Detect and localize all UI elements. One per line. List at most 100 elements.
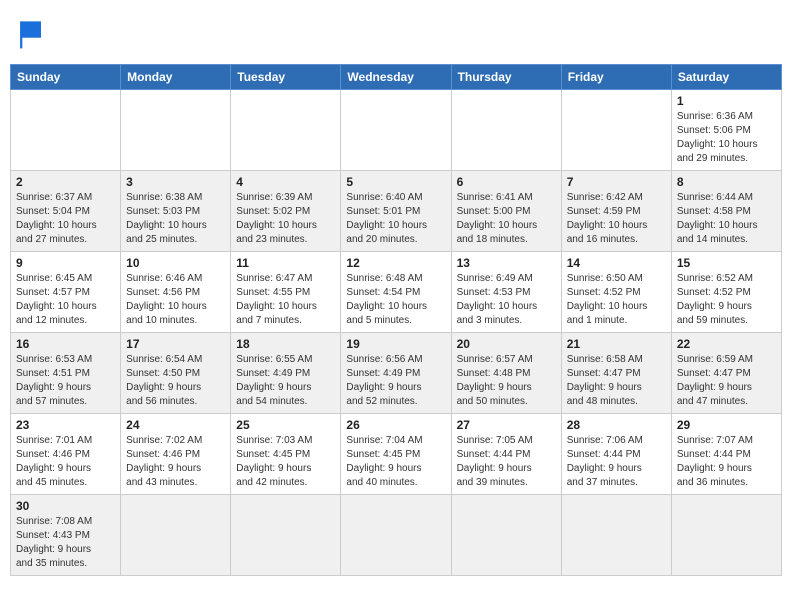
calendar-cell: 21 Sunrise: 6:58 AM Sunset: 4:47 PM Dayli… bbox=[561, 333, 671, 414]
calendar-cell: 19 Sunrise: 6:56 AM Sunset: 4:49 PM Dayli… bbox=[341, 333, 451, 414]
day-number: 7 bbox=[567, 175, 666, 189]
day-info: Sunrise: 6:45 AM Sunset: 4:57 PM Dayligh… bbox=[16, 272, 115, 328]
day-number: 2 bbox=[16, 175, 115, 189]
day-info: Sunrise: 7:03 AM Sunset: 4:45 PM Dayligh… bbox=[236, 434, 335, 490]
day-info: Sunrise: 6:57 AM Sunset: 4:48 PM Dayligh… bbox=[457, 353, 556, 409]
day-info: Sunrise: 6:58 AM Sunset: 4:47 PM Dayligh… bbox=[567, 353, 666, 409]
day-number: 5 bbox=[346, 175, 445, 189]
day-number: 15 bbox=[677, 256, 776, 270]
calendar-row-3: 16 Sunrise: 6:53 AM Sunset: 4:51 PM Dayli… bbox=[11, 333, 782, 414]
day-info: Sunrise: 6:59 AM Sunset: 4:47 PM Dayligh… bbox=[677, 353, 776, 409]
day-info: Sunrise: 6:53 AM Sunset: 4:51 PM Dayligh… bbox=[16, 353, 115, 409]
day-info: Sunrise: 6:40 AM Sunset: 5:01 PM Dayligh… bbox=[346, 191, 445, 247]
day-number: 6 bbox=[457, 175, 556, 189]
calendar-cell: 27 Sunrise: 7:05 AM Sunset: 4:44 PM Dayli… bbox=[451, 414, 561, 495]
day-number: 18 bbox=[236, 337, 335, 351]
calendar-cell: 13 Sunrise: 6:49 AM Sunset: 4:53 PM Dayli… bbox=[451, 252, 561, 333]
calendar: SundayMondayTuesdayWednesdayThursdayFrid… bbox=[10, 64, 782, 576]
logo bbox=[14, 16, 56, 52]
header bbox=[10, 10, 782, 58]
day-number: 14 bbox=[567, 256, 666, 270]
calendar-cell bbox=[451, 495, 561, 576]
calendar-cell: 30Sunrise: 7:08 AM Sunset: 4:43 PM Dayli… bbox=[11, 495, 121, 576]
weekday-header-monday: Monday bbox=[121, 65, 231, 90]
day-info: Sunrise: 6:56 AM Sunset: 4:49 PM Dayligh… bbox=[346, 353, 445, 409]
page: SundayMondayTuesdayWednesdayThursdayFrid… bbox=[0, 0, 792, 586]
calendar-cell: 17Sunrise: 6:54 AM Sunset: 4:50 PM Dayli… bbox=[121, 333, 231, 414]
day-info: Sunrise: 7:01 AM Sunset: 4:46 PM Dayligh… bbox=[16, 434, 115, 490]
day-number: 11 bbox=[236, 256, 335, 270]
calendar-cell: 20 Sunrise: 6:57 AM Sunset: 4:48 PM Dayli… bbox=[451, 333, 561, 414]
day-info: Sunrise: 7:04 AM Sunset: 4:45 PM Dayligh… bbox=[346, 434, 445, 490]
day-info: Sunrise: 6:47 AM Sunset: 4:55 PM Dayligh… bbox=[236, 272, 335, 328]
calendar-cell bbox=[231, 495, 341, 576]
day-number: 3 bbox=[126, 175, 225, 189]
day-info: Sunrise: 6:36 AM Sunset: 5:06 PM Dayligh… bbox=[677, 110, 776, 166]
day-number: 13 bbox=[457, 256, 556, 270]
calendar-cell bbox=[451, 90, 561, 171]
calendar-cell bbox=[11, 90, 121, 171]
weekday-header-tuesday: Tuesday bbox=[231, 65, 341, 90]
day-info: Sunrise: 7:07 AM Sunset: 4:44 PM Dayligh… bbox=[677, 434, 776, 490]
calendar-cell: 2 Sunrise: 6:37 AM Sunset: 5:04 PM Daylig… bbox=[11, 171, 121, 252]
day-info: Sunrise: 6:55 AM Sunset: 4:49 PM Dayligh… bbox=[236, 353, 335, 409]
day-number: 20 bbox=[457, 337, 556, 351]
weekday-header-friday: Friday bbox=[561, 65, 671, 90]
day-info: Sunrise: 7:05 AM Sunset: 4:44 PM Dayligh… bbox=[457, 434, 556, 490]
calendar-cell: 24Sunrise: 7:02 AM Sunset: 4:46 PM Dayli… bbox=[121, 414, 231, 495]
logo-icon bbox=[14, 16, 50, 52]
day-number: 29 bbox=[677, 418, 776, 432]
calendar-row-5: 30Sunrise: 7:08 AM Sunset: 4:43 PM Dayli… bbox=[11, 495, 782, 576]
day-number: 23 bbox=[16, 418, 115, 432]
calendar-cell: 9 Sunrise: 6:45 AM Sunset: 4:57 PM Daylig… bbox=[11, 252, 121, 333]
calendar-row-1: 2 Sunrise: 6:37 AM Sunset: 5:04 PM Daylig… bbox=[11, 171, 782, 252]
day-info: Sunrise: 6:49 AM Sunset: 4:53 PM Dayligh… bbox=[457, 272, 556, 328]
day-number: 21 bbox=[567, 337, 666, 351]
day-info: Sunrise: 7:06 AM Sunset: 4:44 PM Dayligh… bbox=[567, 434, 666, 490]
day-number: 16 bbox=[16, 337, 115, 351]
calendar-cell: 11 Sunrise: 6:47 AM Sunset: 4:55 PM Dayli… bbox=[231, 252, 341, 333]
calendar-cell: 28 Sunrise: 7:06 AM Sunset: 4:44 PM Dayli… bbox=[561, 414, 671, 495]
day-number: 19 bbox=[346, 337, 445, 351]
day-number: 1 bbox=[677, 94, 776, 108]
day-info: Sunrise: 6:42 AM Sunset: 4:59 PM Dayligh… bbox=[567, 191, 666, 247]
calendar-cell bbox=[231, 90, 341, 171]
calendar-cell: 18 Sunrise: 6:55 AM Sunset: 4:49 PM Dayli… bbox=[231, 333, 341, 414]
day-number: 28 bbox=[567, 418, 666, 432]
weekday-header-saturday: Saturday bbox=[671, 65, 781, 90]
calendar-cell: 29 Sunrise: 7:07 AM Sunset: 4:44 PM Dayli… bbox=[671, 414, 781, 495]
calendar-cell: 12Sunrise: 6:48 AM Sunset: 4:54 PM Dayli… bbox=[341, 252, 451, 333]
calendar-cell bbox=[561, 495, 671, 576]
day-info: Sunrise: 6:52 AM Sunset: 4:52 PM Dayligh… bbox=[677, 272, 776, 328]
weekday-header-wednesday: Wednesday bbox=[341, 65, 451, 90]
day-number: 22 bbox=[677, 337, 776, 351]
day-number: 12 bbox=[346, 256, 445, 270]
calendar-cell: 22 Sunrise: 6:59 AM Sunset: 4:47 PM Dayli… bbox=[671, 333, 781, 414]
calendar-cell bbox=[341, 495, 451, 576]
calendar-cell bbox=[121, 495, 231, 576]
calendar-row-4: 23 Sunrise: 7:01 AM Sunset: 4:46 PM Dayli… bbox=[11, 414, 782, 495]
day-number: 27 bbox=[457, 418, 556, 432]
calendar-cell: 14 Sunrise: 6:50 AM Sunset: 4:52 PM Dayli… bbox=[561, 252, 671, 333]
calendar-cell: 8Sunrise: 6:44 AM Sunset: 4:58 PM Daylig… bbox=[671, 171, 781, 252]
calendar-cell bbox=[671, 495, 781, 576]
day-info: Sunrise: 6:39 AM Sunset: 5:02 PM Dayligh… bbox=[236, 191, 335, 247]
calendar-row-0: 1 Sunrise: 6:36 AM Sunset: 5:06 PM Daylig… bbox=[11, 90, 782, 171]
day-number: 25 bbox=[236, 418, 335, 432]
day-number: 26 bbox=[346, 418, 445, 432]
day-info: Sunrise: 6:38 AM Sunset: 5:03 PM Dayligh… bbox=[126, 191, 225, 247]
day-info: Sunrise: 6:41 AM Sunset: 5:00 PM Dayligh… bbox=[457, 191, 556, 247]
calendar-cell: 5 Sunrise: 6:40 AM Sunset: 5:01 PM Daylig… bbox=[341, 171, 451, 252]
calendar-cell: 23 Sunrise: 7:01 AM Sunset: 4:46 PM Dayli… bbox=[11, 414, 121, 495]
day-info: Sunrise: 6:50 AM Sunset: 4:52 PM Dayligh… bbox=[567, 272, 666, 328]
calendar-cell: 4Sunrise: 6:39 AM Sunset: 5:02 PM Daylig… bbox=[231, 171, 341, 252]
day-number: 30 bbox=[16, 499, 115, 513]
calendar-cell: 10Sunrise: 6:46 AM Sunset: 4:56 PM Dayli… bbox=[121, 252, 231, 333]
day-number: 9 bbox=[16, 256, 115, 270]
day-info: Sunrise: 7:02 AM Sunset: 4:46 PM Dayligh… bbox=[126, 434, 225, 490]
day-number: 17 bbox=[126, 337, 225, 351]
weekday-header-row: SundayMondayTuesdayWednesdayThursdayFrid… bbox=[11, 65, 782, 90]
calendar-cell bbox=[121, 90, 231, 171]
calendar-row-2: 9 Sunrise: 6:45 AM Sunset: 4:57 PM Daylig… bbox=[11, 252, 782, 333]
day-info: Sunrise: 6:37 AM Sunset: 5:04 PM Dayligh… bbox=[16, 191, 115, 247]
